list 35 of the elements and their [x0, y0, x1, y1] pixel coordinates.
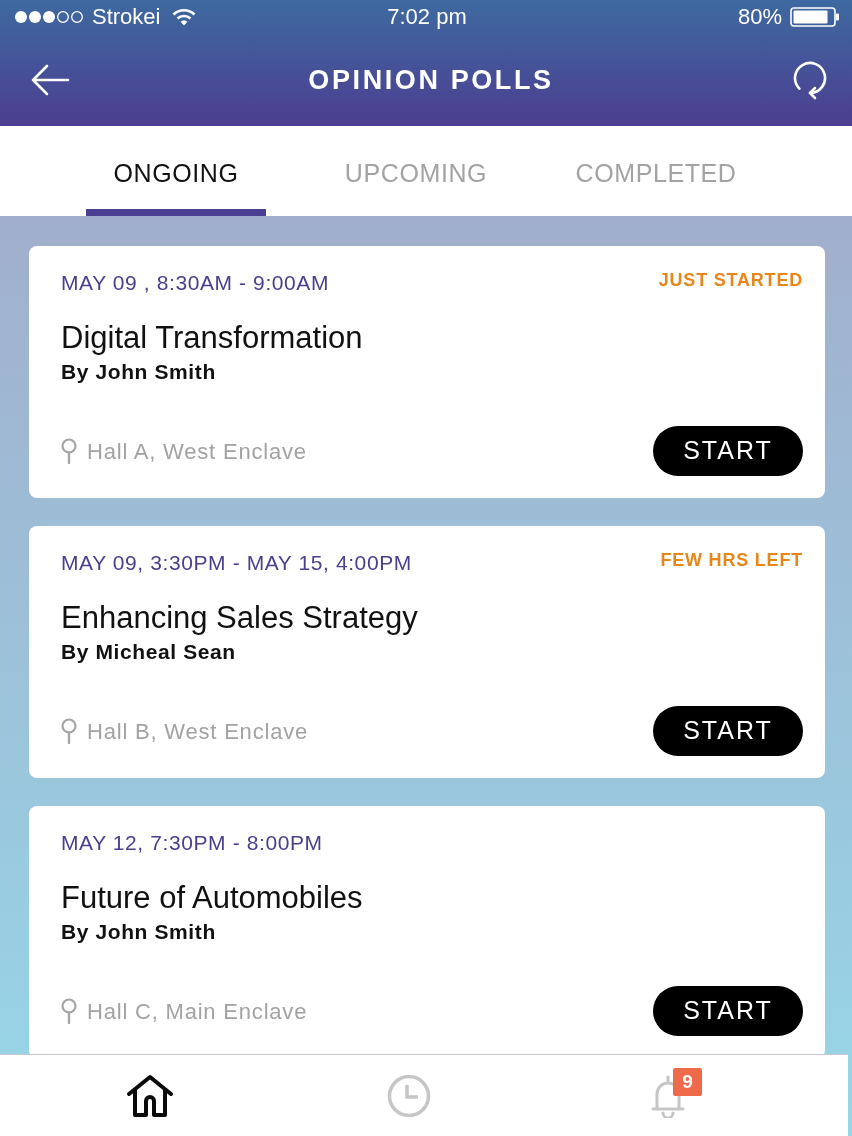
poll-schedule: MAY 09 , 8:30AM - 9:00AM	[61, 270, 330, 296]
start-button[interactable]: START	[653, 426, 803, 476]
carrier-name: Strokei	[92, 4, 161, 30]
location-pin-icon	[61, 718, 77, 744]
poll-author: By John Smith	[61, 359, 216, 385]
location-pin-icon	[61, 998, 77, 1024]
poll-schedule: MAY 09, 3:30PM - MAY 15, 4:00PM	[61, 550, 412, 576]
start-button[interactable]: START	[653, 986, 803, 1036]
poll-schedule: MAY 12, 7:30PM - 8:00PM	[61, 830, 323, 856]
status-time: 7:02 pm	[387, 4, 467, 30]
battery-icon	[790, 7, 840, 27]
location-pin-icon	[61, 438, 77, 464]
poll-author: By John Smith	[61, 919, 216, 945]
poll-status: JUST STARTED	[658, 269, 803, 292]
poll-title: Digital Transformation	[61, 319, 363, 357]
poll-author: By Micheal Sean	[61, 639, 236, 665]
poll-title: Future of Automobiles	[61, 879, 363, 917]
signal-icon	[14, 10, 84, 24]
refresh-button[interactable]	[792, 60, 828, 100]
poll-location: Hall B, West Enclave	[87, 717, 308, 746]
poll-title: Enhancing Sales Strategy	[61, 599, 418, 637]
back-arrow-icon	[30, 64, 70, 96]
bell-icon	[651, 1073, 685, 1118]
clock-icon	[387, 1073, 431, 1118]
poll-status: FEW HRS LEFT	[660, 549, 803, 572]
wifi-icon	[172, 8, 197, 26]
battery-percent: 80%	[737, 4, 782, 30]
screen-title: OPINION POLLS	[308, 63, 554, 97]
back-button[interactable]	[30, 64, 70, 96]
poll-location: Hall C, Main Enclave	[87, 997, 308, 1026]
home-icon	[126, 1073, 174, 1118]
poll-location: Hall A, West Enclave	[87, 437, 307, 466]
refresh-icon	[792, 60, 828, 100]
start-button[interactable]: START	[653, 706, 803, 756]
notification-badge: 9	[673, 1068, 702, 1096]
